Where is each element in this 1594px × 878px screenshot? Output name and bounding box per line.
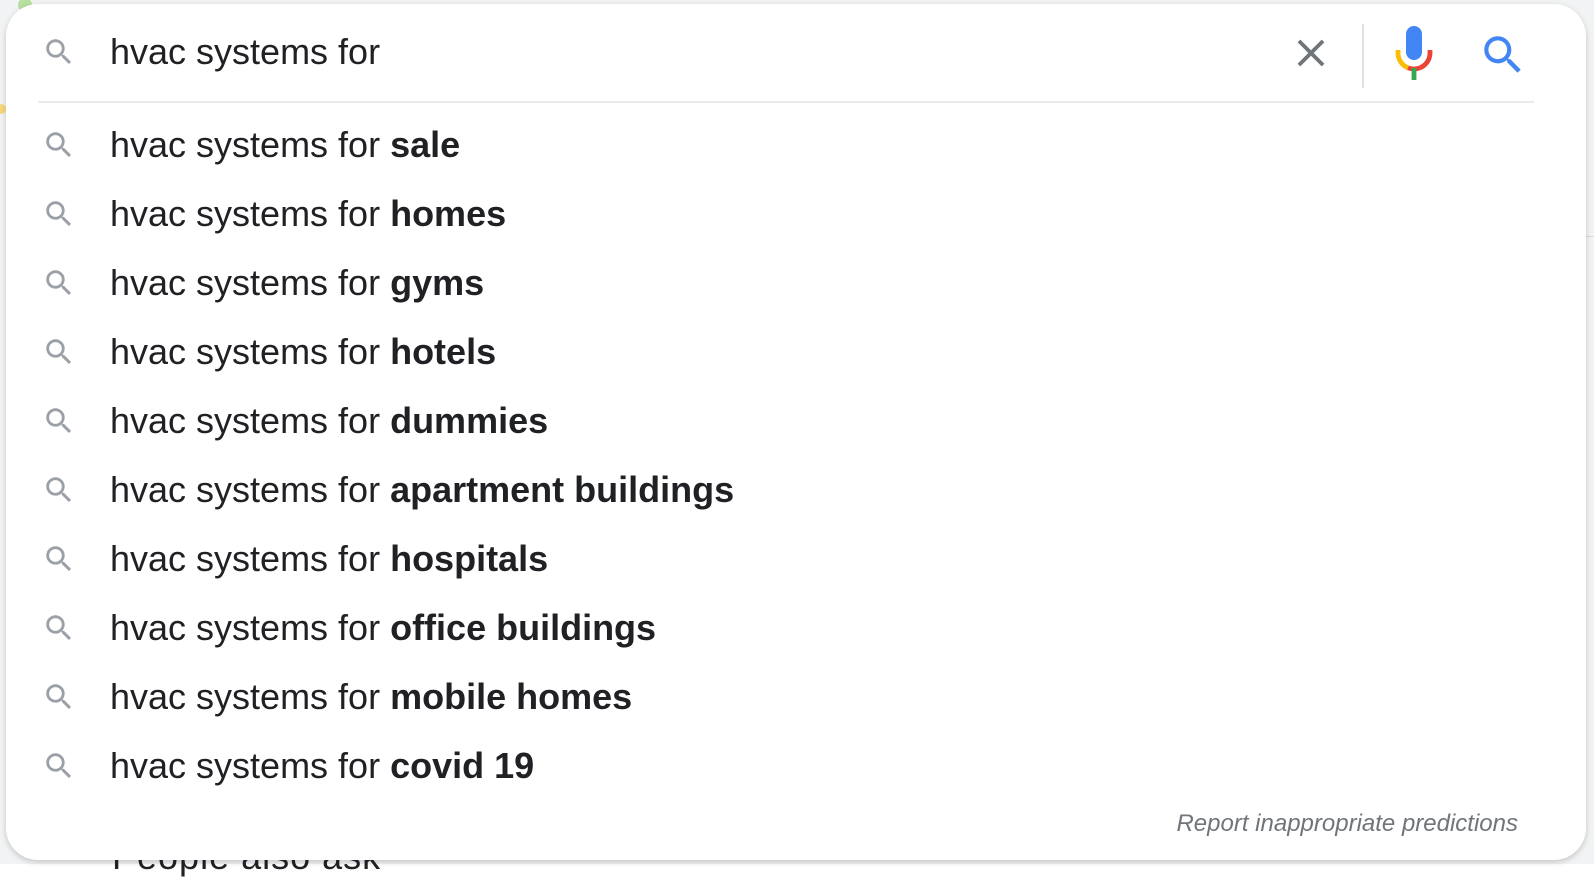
- suggestion-list: hvac systems for sale hvac systems for h…: [6, 110, 1586, 800]
- report-predictions-link[interactable]: Report inappropriate predictions: [1176, 810, 1518, 838]
- suggestion-item[interactable]: hvac systems for dummies: [6, 386, 1586, 455]
- suggestion-text: hvac systems for hotels: [110, 329, 496, 375]
- suggestion-prefix: hvac systems for: [110, 469, 391, 510]
- suggestion-completion: hotels: [390, 331, 497, 372]
- search-bar-separator: [38, 101, 1534, 103]
- search-autocomplete-panel: hvac systems for hvac systems for sale h…: [6, 4, 1586, 860]
- suggestion-text: hvac systems for dummies: [110, 398, 548, 444]
- search-bar: hvac systems for: [6, 4, 1586, 102]
- search-submit-icon[interactable]: [1478, 30, 1528, 80]
- suggestion-completion: dummies: [390, 400, 549, 441]
- suggestion-completion: hospitals: [390, 538, 549, 579]
- suggestion-item[interactable]: hvac systems for gyms: [6, 248, 1586, 317]
- suggestion-item[interactable]: hvac systems for apartment buildings: [6, 455, 1586, 524]
- suggestion-prefix: hvac systems for: [110, 124, 391, 165]
- suggestion-item[interactable]: hvac systems for sale: [6, 110, 1586, 179]
- suggestion-completion: covid 19: [390, 745, 535, 786]
- search-icon: [46, 615, 72, 641]
- search-icon: [46, 270, 72, 296]
- search-icon: [46, 684, 72, 710]
- suggestion-item[interactable]: hvac systems for hotels: [6, 317, 1586, 386]
- suggestion-prefix: hvac systems for: [110, 262, 391, 303]
- suggestion-text: hvac systems for office buildings: [110, 605, 656, 651]
- suggestion-item[interactable]: hvac systems for covid 19: [6, 731, 1586, 800]
- microphone-icon[interactable]: [1394, 26, 1434, 82]
- search-icon: [46, 132, 72, 158]
- search-icon: [46, 339, 72, 365]
- search-icon: [46, 753, 72, 779]
- suggestion-text: hvac systems for hospitals: [110, 536, 548, 582]
- search-icon: [46, 201, 72, 227]
- suggestion-text: hvac systems for covid 19: [110, 743, 534, 789]
- suggestion-prefix: hvac systems for: [110, 193, 391, 234]
- suggestion-completion: mobile homes: [390, 676, 633, 717]
- suggestion-prefix: hvac systems for: [110, 676, 391, 717]
- search-bar-divider: [1362, 24, 1364, 88]
- suggestion-item[interactable]: hvac systems for office buildings: [6, 593, 1586, 662]
- suggestion-text: hvac systems for sale: [110, 122, 460, 168]
- suggestion-prefix: hvac systems for: [110, 538, 391, 579]
- suggestion-text: hvac systems for gyms: [110, 260, 484, 306]
- suggestion-item[interactable]: hvac systems for mobile homes: [6, 662, 1586, 731]
- search-icon: [46, 477, 72, 503]
- suggestion-completion: gyms: [390, 262, 485, 303]
- search-input[interactable]: hvac systems for: [110, 28, 380, 76]
- search-icon: [46, 546, 72, 572]
- suggestion-item[interactable]: hvac systems for homes: [6, 179, 1586, 248]
- search-icon: [46, 39, 72, 65]
- suggestion-prefix: hvac systems for: [110, 745, 391, 786]
- suggestion-text: hvac systems for apartment buildings: [110, 467, 734, 513]
- suggestion-completion: sale: [390, 124, 461, 165]
- suggestion-prefix: hvac systems for: [110, 331, 391, 372]
- suggestion-text: hvac systems for mobile homes: [110, 674, 632, 720]
- close-icon[interactable]: [1288, 30, 1334, 76]
- suggestion-prefix: hvac systems for: [110, 607, 391, 648]
- suggestion-completion: apartment buildings: [390, 469, 735, 510]
- search-icon: [46, 408, 72, 434]
- suggestion-item[interactable]: hvac systems for hospitals: [6, 524, 1586, 593]
- suggestion-completion: homes: [390, 193, 507, 234]
- suggestion-completion: office buildings: [390, 607, 657, 648]
- suggestion-text: hvac systems for homes: [110, 191, 506, 237]
- suggestion-prefix: hvac systems for: [110, 400, 391, 441]
